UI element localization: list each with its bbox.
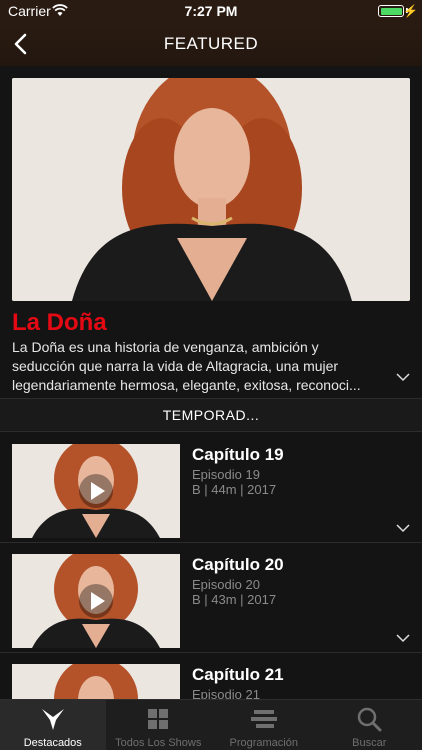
destacados-icon	[41, 709, 64, 730]
episode-row[interactable]: Capítulo 20 Episodio 20 B | 43m | 2017	[0, 543, 422, 653]
episode-row[interactable]: Capítulo 21 Episodio 21	[0, 653, 422, 699]
episode-thumbnail[interactable]	[12, 664, 180, 699]
hero-image[interactable]	[12, 78, 410, 301]
episode-number: Episodio 19	[192, 467, 260, 482]
clock: 7:27 PM	[184, 3, 238, 19]
charging-icon: ⚡	[403, 4, 418, 18]
tab-label: Buscar	[352, 737, 387, 749]
episode-row[interactable]: Capítulo 19 Episodio 19 B | 44m | 2017	[0, 433, 422, 543]
episode-thumbnail[interactable]	[12, 444, 180, 538]
grid-icon	[148, 709, 169, 729]
expand-chevron-icon[interactable]	[396, 372, 410, 382]
play-icon[interactable]	[78, 583, 114, 619]
hero-portrait	[12, 78, 410, 301]
show-description: La Doña es una historia de venganza, amb…	[12, 339, 361, 393]
nav-bar: FEATURED	[0, 22, 422, 66]
episode-meta: B | 44m | 2017	[192, 482, 277, 497]
show-title: La Doña	[12, 309, 107, 336]
play-icon[interactable]	[78, 473, 114, 509]
expand-chevron-icon[interactable]	[396, 523, 410, 533]
episode-meta: B | 43m | 2017	[192, 592, 277, 607]
schedule-icon	[250, 710, 277, 728]
tab-todos-los-shows[interactable]: Todos Los Shows	[106, 700, 212, 750]
tab-label: Todos Los Shows	[115, 737, 202, 749]
episode-list: Capítulo 19 Episodio 19 B | 44m | 2017 C…	[0, 433, 422, 699]
status-bar: Carrier 7:27 PM ⚡	[0, 0, 422, 22]
season-selector[interactable]: TEMPORAD...	[0, 398, 422, 432]
tab-buscar[interactable]: Buscar	[317, 700, 422, 750]
thumbnail-image	[12, 664, 180, 699]
search-icon	[358, 707, 382, 732]
episode-title: Capítulo 20	[192, 555, 284, 574]
tab-label: Programación	[229, 737, 298, 749]
episode-title: Capítulo 19	[192, 445, 284, 464]
tab-bar: Destacados Todos Los Shows Programación …	[0, 699, 422, 750]
battery-icon	[378, 5, 404, 17]
episode-number: Episodio 21	[192, 687, 260, 699]
tab-label: Destacados	[23, 737, 82, 749]
tab-destacados[interactable]: Destacados	[0, 700, 106, 750]
page-title: FEATURED	[163, 34, 259, 53]
episode-title: Capítulo 21	[192, 665, 284, 684]
tab-programacion[interactable]: Programación	[211, 700, 317, 750]
expand-chevron-icon[interactable]	[396, 633, 410, 643]
episode-thumbnail[interactable]	[12, 554, 180, 648]
episode-number: Episodio 20	[192, 577, 260, 592]
